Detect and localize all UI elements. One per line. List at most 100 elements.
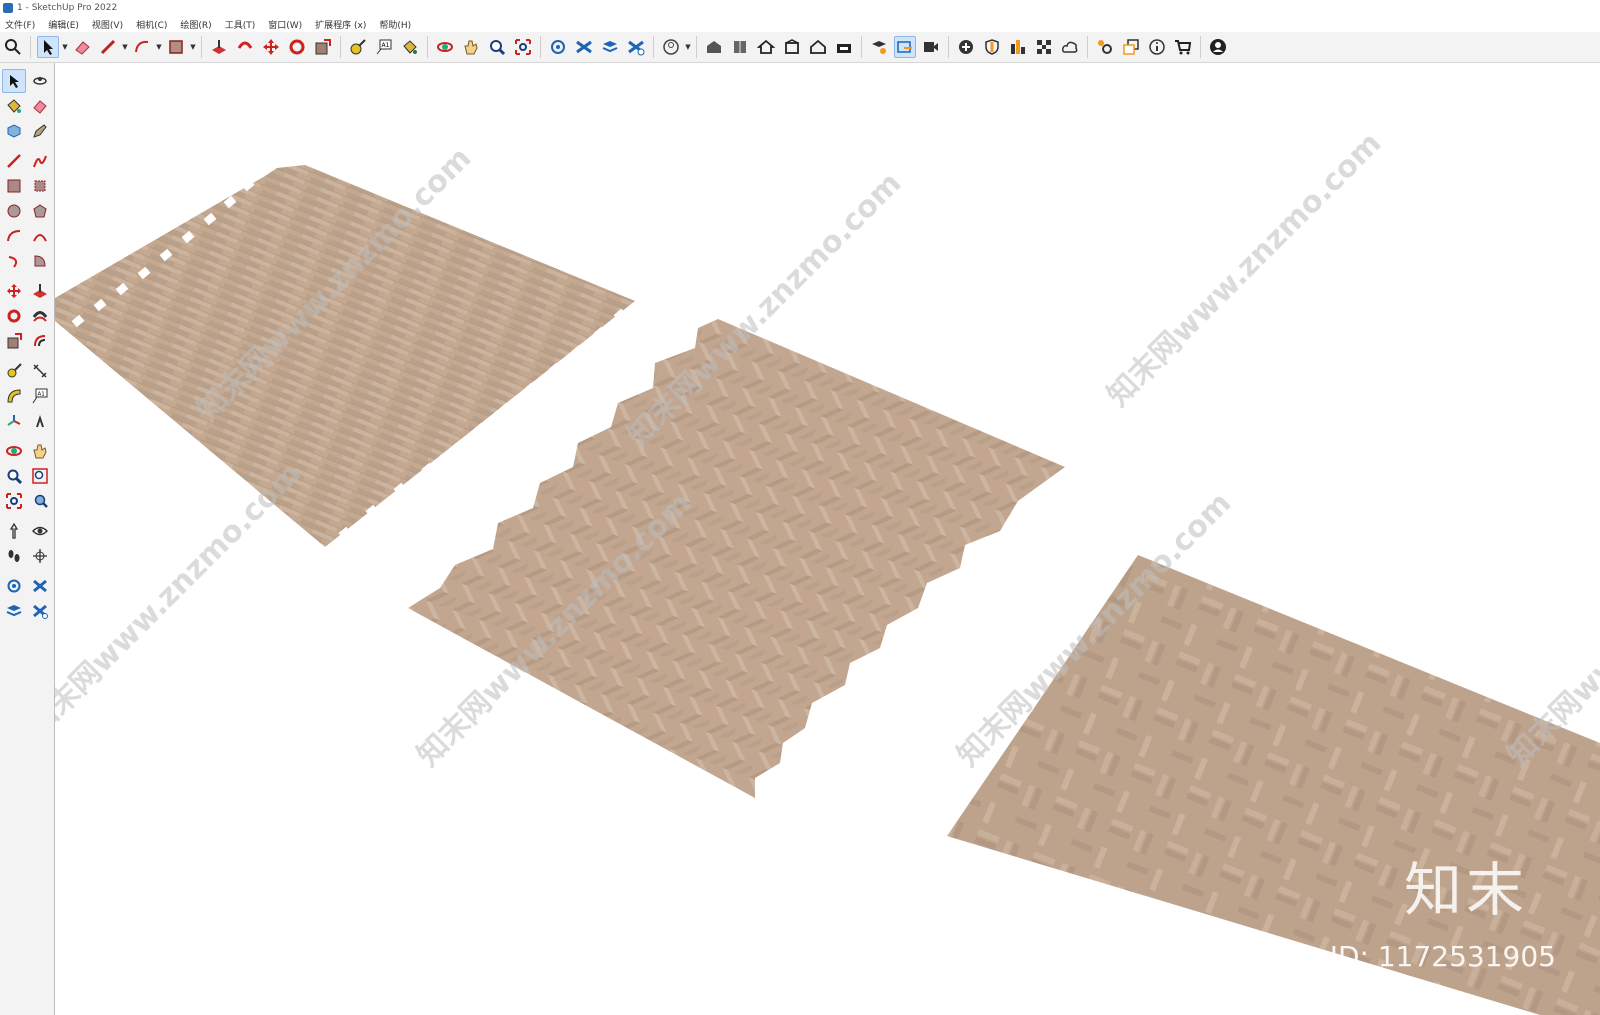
offset-tool-icon[interactable]: [28, 329, 52, 353]
orbit-tool-icon[interactable]: [2, 439, 26, 463]
menu-extensions[interactable]: 扩展程序 (x): [315, 18, 366, 31]
menu-view[interactable]: 视图(V): [92, 18, 123, 31]
freehand-tool-icon[interactable]: [28, 149, 52, 173]
zoom-window-tool-icon[interactable]: [28, 464, 52, 488]
layers-icon[interactable]: [599, 36, 621, 58]
position-camera-icon[interactable]: [2, 519, 26, 543]
shield-icon[interactable]: [981, 36, 1003, 58]
account-icon[interactable]: [1207, 36, 1229, 58]
cart-icon[interactable]: [1172, 36, 1194, 58]
rotated-rectangle-icon[interactable]: [28, 174, 52, 198]
send-to-layout-icon[interactable]: [868, 36, 890, 58]
pan-hand-icon[interactable]: [460, 36, 482, 58]
user-icon[interactable]: [660, 36, 682, 58]
push-pull-tool-icon[interactable]: [28, 279, 52, 303]
push-pull-icon[interactable]: [208, 36, 230, 58]
two-point-arc-icon[interactable]: [28, 224, 52, 248]
text-tool-icon[interactable]: A1: [28, 384, 52, 408]
polygon-tool-icon[interactable]: [28, 199, 52, 223]
circle-tool-icon[interactable]: [2, 199, 26, 223]
plus-circle-icon[interactable]: [955, 36, 977, 58]
zoom-tool-icon[interactable]: [2, 464, 26, 488]
tags-panel-icon[interactable]: [2, 599, 26, 623]
menu-file[interactable]: 文件(F): [5, 18, 35, 31]
pie-tool-icon[interactable]: [28, 249, 52, 273]
axes-tool-icon[interactable]: [2, 409, 26, 433]
scale-tool-icon[interactable]: [2, 329, 26, 353]
3d-text-tool-icon[interactable]: [28, 409, 52, 433]
follow-me-icon[interactable]: [234, 36, 256, 58]
component-icon[interactable]: [729, 36, 751, 58]
pan-tool-icon[interactable]: [28, 439, 52, 463]
section-plane-icon[interactable]: [547, 36, 569, 58]
tape-measure-icon[interactable]: [347, 36, 369, 58]
cloud-icon[interactable]: [1059, 36, 1081, 58]
zoom-extents-tool-icon[interactable]: [2, 489, 26, 513]
layers-panel-icon[interactable]: [28, 574, 52, 598]
move-tool-icon[interactable]: [2, 279, 26, 303]
tape-measure-tool-icon[interactable]: [2, 359, 26, 383]
menu-camera[interactable]: 相机(C): [136, 18, 167, 31]
zoom-extents-icon[interactable]: [512, 36, 534, 58]
3d-viewport[interactable]: 知末网www.znzmo.com 知末网www.znzmo.com 知末网www…: [55, 63, 1600, 1015]
tag-sm-icon[interactable]: [28, 119, 52, 143]
home-outline-icon[interactable]: [807, 36, 829, 58]
zoom-icon[interactable]: [486, 36, 508, 58]
info-icon[interactable]: [1146, 36, 1168, 58]
follow-me-tool-icon[interactable]: [28, 304, 52, 328]
warehouse-icon[interactable]: [833, 36, 855, 58]
line-tool-icon[interactable]: [2, 149, 26, 173]
user-dropdown-icon[interactable]: ▼: [684, 36, 692, 58]
dimension-tool-icon[interactable]: [28, 359, 52, 383]
scale-icon[interactable]: [312, 36, 334, 58]
eraser-icon[interactable]: [71, 36, 93, 58]
move-icon[interactable]: [260, 36, 282, 58]
gear-icon[interactable]: [1094, 36, 1116, 58]
orbit-icon[interactable]: [434, 36, 456, 58]
menu-draw[interactable]: 绘图(R): [180, 18, 211, 31]
section-fill-icon[interactable]: [894, 36, 916, 58]
arc-icon[interactable]: [131, 36, 153, 58]
house-icon[interactable]: [755, 36, 777, 58]
arc-dropdown-icon[interactable]: ▼: [155, 36, 163, 58]
look-around-eye-icon[interactable]: [28, 519, 52, 543]
menu-window[interactable]: 窗口(W): [268, 18, 302, 31]
three-point-arc-icon[interactable]: [2, 249, 26, 273]
component-sm-icon[interactable]: [2, 119, 26, 143]
paint-bucket-icon[interactable]: [399, 36, 421, 58]
previous-view-icon[interactable]: [28, 489, 52, 513]
toolbar-separator: [340, 36, 341, 58]
arc-tool-icon[interactable]: [2, 224, 26, 248]
select-tool-icon[interactable]: [2, 69, 26, 93]
rectangle-dropdown-icon[interactable]: ▼: [189, 36, 197, 58]
rectangle-tool-icon[interactable]: [2, 174, 26, 198]
menu-help[interactable]: 帮助(H): [379, 18, 411, 31]
eraser-sm-icon[interactable]: [28, 94, 52, 118]
video-export-icon[interactable]: [920, 36, 942, 58]
protractor-tool-icon[interactable]: [2, 384, 26, 408]
pencil-icon[interactable]: [97, 36, 119, 58]
warehouse-3d-icon[interactable]: [703, 36, 725, 58]
rectangle-icon[interactable]: [165, 36, 187, 58]
rotate-tool-icon[interactable]: [2, 304, 26, 328]
menu-tools[interactable]: 工具(T): [225, 18, 256, 31]
walk-footprints-icon[interactable]: [2, 544, 26, 568]
rotate-icon[interactable]: [286, 36, 308, 58]
scenes-panel-icon[interactable]: [28, 599, 52, 623]
paint-bucket-sm-icon[interactable]: [2, 94, 26, 118]
section-plane-tool-icon[interactable]: [28, 544, 52, 568]
model-info-icon[interactable]: [781, 36, 803, 58]
text-icon[interactable]: A1: [373, 36, 395, 58]
search-icon[interactable]: [2, 36, 24, 58]
orbit-sm-icon[interactable]: [28, 69, 52, 93]
styles-icon[interactable]: [573, 36, 595, 58]
select-arrow-icon[interactable]: [37, 36, 59, 58]
styles-panel-icon[interactable]: [2, 574, 26, 598]
menu-edit[interactable]: 编辑(E): [48, 18, 79, 31]
chart-icon[interactable]: [1007, 36, 1029, 58]
tags-icon[interactable]: [625, 36, 647, 58]
pencil-dropdown-icon[interactable]: ▼: [121, 36, 129, 58]
select-dropdown-icon[interactable]: ▼: [61, 36, 69, 58]
copy-window-icon[interactable]: [1120, 36, 1142, 58]
checker-icon[interactable]: [1033, 36, 1055, 58]
